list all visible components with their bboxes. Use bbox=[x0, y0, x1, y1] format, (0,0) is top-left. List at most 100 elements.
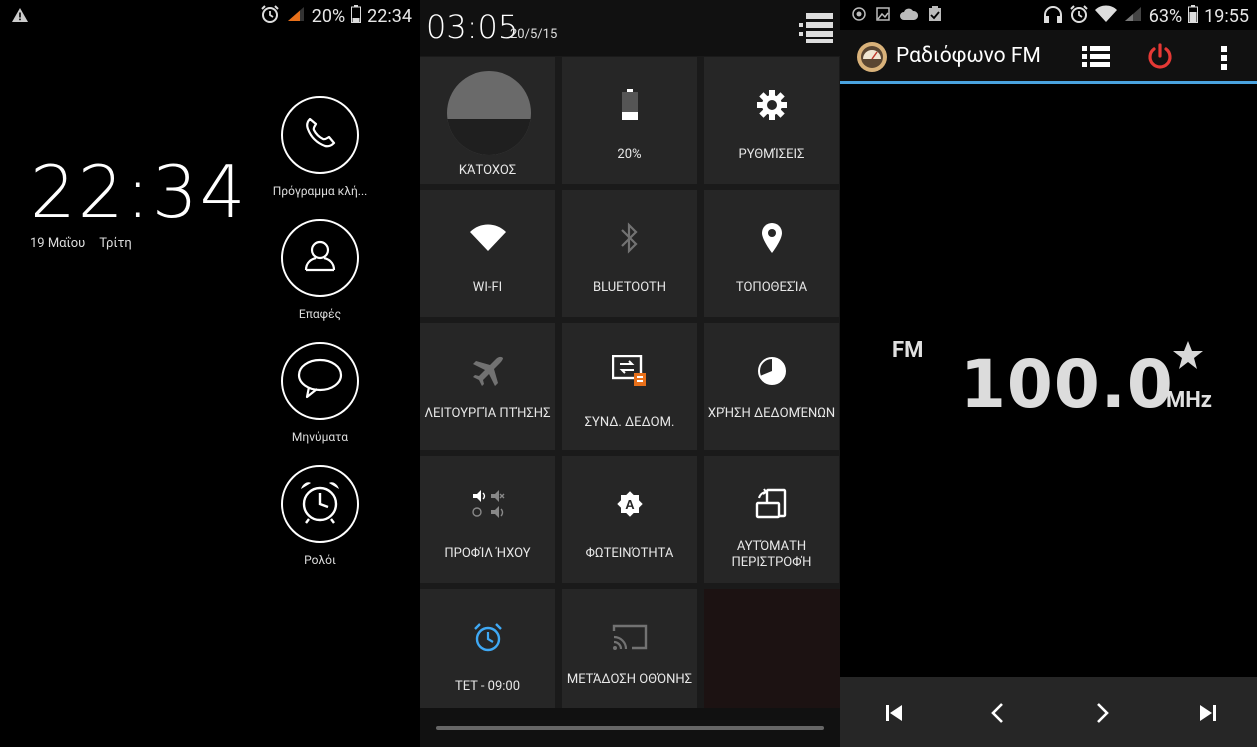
cast-icon bbox=[612, 623, 648, 655]
tile-label: ΡΥΘΜΊΣΕΙΣ bbox=[738, 147, 805, 162]
gear-icon bbox=[756, 89, 788, 125]
drag-handle-bar[interactable] bbox=[420, 708, 840, 747]
tile-owner[interactable]: ΚΆΤΟΧΟΣ bbox=[420, 57, 555, 184]
tile-alarm[interactable]: ΤΕΤ - 09:00 bbox=[420, 589, 555, 716]
tile-wifi[interactable]: WI-FI bbox=[420, 190, 555, 317]
app-title: Ραδιόφωνο FM bbox=[896, 44, 1041, 68]
alarm-icon bbox=[260, 4, 280, 29]
tile-mobile-data[interactable]: ΣΥΝΔ. ΔΕΔΟΜ. bbox=[562, 323, 697, 450]
tile-cast-screen[interactable]: ΜΕΤΆΔΟΣΗ ΟΘΌΝΗΣ bbox=[562, 589, 697, 716]
tile-label: ΤΕΤ - 09:00 bbox=[454, 679, 521, 694]
notification-list-icon[interactable] bbox=[798, 12, 834, 48]
battery-percent: 20% bbox=[311, 6, 346, 27]
tile-battery[interactable]: 20% bbox=[562, 57, 697, 184]
status-bar: 20% 22:34 bbox=[0, 0, 420, 30]
battery-icon bbox=[1188, 5, 1199, 28]
airplane-icon bbox=[471, 354, 505, 392]
status-time: 22:34 bbox=[367, 6, 412, 27]
phone-icon bbox=[300, 113, 340, 157]
band-label: FM bbox=[892, 338, 924, 363]
tile-label: ΑΥΤΌΜΑΤΗ ΠΕΡΙΣΤΡΟΦΉ bbox=[731, 539, 812, 570]
power-icon[interactable] bbox=[1146, 43, 1174, 75]
battery-icon bbox=[621, 89, 639, 125]
radio-app-logo bbox=[856, 41, 888, 77]
playback-controls bbox=[840, 677, 1257, 747]
step-up-icon[interactable] bbox=[1089, 699, 1117, 727]
tile-label: ΤΟΠΟΘΕΣΊΑ bbox=[735, 280, 808, 295]
tile-label: ΦΩΤΕΙΝΌΤΗΤΑ bbox=[585, 546, 674, 561]
tile-settings[interactable]: ΡΥΘΜΊΣΕΙΣ bbox=[704, 57, 839, 184]
station-list-icon[interactable] bbox=[1082, 45, 1110, 73]
speech-bubble-icon bbox=[295, 357, 345, 405]
date-text: 19 Μαΐου bbox=[30, 236, 86, 251]
frequency-display: 100.0 bbox=[960, 346, 1174, 423]
lock-clock: 22:34 bbox=[30, 150, 248, 234]
lock-screen-panel: 20% 22:34 22:34 19 Μαΐου Τρίτη Πρόγραμμα … bbox=[0, 0, 420, 747]
tile-bluetooth[interactable]: BLUETOOTH bbox=[562, 190, 697, 317]
alarm-icon bbox=[472, 621, 504, 657]
shortcut-phone[interactable]: Πρόγραμμα κλή... bbox=[260, 96, 380, 198]
bluetooth-icon bbox=[619, 221, 641, 259]
tile-airplane-mode[interactable]: ΛΕΙΤΟΥΡΓΊΑ ΠΤΉΣΗΣ bbox=[420, 323, 555, 450]
shortcut-label: Μηνύματα bbox=[291, 430, 349, 444]
tile-label: ΣΥΝΔ. ΔΕΔΟΜ. bbox=[584, 415, 675, 430]
tile-auto-rotate[interactable]: ΑΥΤΌΜΑΤΗ ΠΕΡΙΣΤΡΟΦΉ bbox=[704, 456, 839, 583]
step-down-icon[interactable] bbox=[983, 699, 1011, 727]
tile-data-usage[interactable]: ΧΡΉΣΗ ΔΕΔΟΜΈΝΩΝ bbox=[704, 323, 839, 450]
alarm-clock-icon bbox=[295, 477, 345, 531]
warning-icon bbox=[12, 7, 28, 26]
status-time: 19:55 bbox=[1204, 6, 1249, 27]
battery-icon bbox=[351, 5, 362, 28]
seek-previous-station-icon[interactable] bbox=[880, 699, 908, 727]
quick-settings-header: 03:05 20/5/15 bbox=[420, 0, 840, 56]
wifi-icon bbox=[469, 224, 506, 256]
empty-tile-area bbox=[704, 589, 840, 708]
tile-label: ΜΕΤΆΔΟΣΗ ΟΘΌΝΗΣ bbox=[566, 672, 693, 687]
headphones-icon bbox=[1043, 5, 1063, 28]
clipboard-check-icon bbox=[928, 6, 942, 26]
signal-icon bbox=[1123, 5, 1143, 28]
battery-percent: 63% bbox=[1148, 6, 1183, 27]
wifi-icon bbox=[1094, 5, 1117, 28]
shortcut-contacts[interactable]: Επαφές bbox=[260, 219, 380, 321]
frequency-unit: MHz bbox=[1166, 388, 1212, 413]
app-bar: Ραδιόφωνο FM bbox=[840, 30, 1257, 84]
tile-label: ΚΆΤΟΧΟΣ bbox=[458, 163, 517, 178]
tile-location[interactable]: ΤΟΠΟΘΕΣΊΑ bbox=[704, 190, 839, 317]
cloud-icon bbox=[900, 6, 919, 26]
brightness-icon: A bbox=[614, 488, 646, 524]
tile-brightness[interactable]: A ΦΩΤΕΙΝΌΤΗΤΑ bbox=[562, 456, 697, 583]
sound-profile-icon bbox=[471, 489, 505, 523]
tile-label: ΛΕΙΤΟΥΡΓΊΑ ΠΤΉΣΗΣ bbox=[424, 406, 551, 421]
tile-label: ΠΡΟΦΊΛ ΉΧΟΥ bbox=[444, 546, 531, 561]
data-usage-icon bbox=[757, 356, 787, 390]
owner-avatar bbox=[447, 71, 531, 155]
fm-radio-panel: 63% 19:55 Ραδιόφωνο FM FM 100.0 MHz bbox=[840, 0, 1257, 747]
location-pin-icon bbox=[761, 222, 783, 258]
auto-rotate-icon bbox=[755, 488, 789, 524]
favorite-star-icon[interactable] bbox=[1172, 340, 1204, 374]
tile-sound-profile[interactable]: ΠΡΟΦΊΛ ΉΧΟΥ bbox=[420, 456, 555, 583]
shortcut-label: Πρόγραμμα κλή... bbox=[272, 184, 368, 198]
signal-icon bbox=[286, 5, 306, 28]
person-icon bbox=[300, 236, 340, 280]
qs-time: 03:05 bbox=[426, 8, 519, 46]
drag-handle[interactable] bbox=[436, 726, 824, 730]
image-icon bbox=[876, 6, 890, 26]
shortcut-clock[interactable]: Ρολόι bbox=[260, 465, 380, 567]
data-connection-icon bbox=[611, 354, 648, 391]
seek-next-station-icon[interactable] bbox=[1194, 699, 1222, 727]
tile-label: WI-FI bbox=[472, 280, 503, 295]
shortcut-label: Ρολόι bbox=[304, 553, 336, 567]
qs-date: 20/5/15 bbox=[510, 27, 558, 42]
shortcut-messages[interactable]: Μηνύματα bbox=[260, 342, 380, 444]
tile-label: BLUETOOTH bbox=[592, 280, 667, 295]
app-notification-icon bbox=[852, 6, 866, 26]
tile-label: 20% bbox=[617, 147, 642, 162]
weekday-text: Τρίτη bbox=[99, 236, 132, 251]
more-options-icon[interactable] bbox=[1220, 45, 1228, 75]
shortcut-label: Επαφές bbox=[298, 307, 342, 321]
svg-text:A: A bbox=[625, 497, 635, 512]
quick-settings-panel: 03:05 20/5/15 ΚΆΤΟΧΟΣ 20% ΡΥΘΜΊΣΕΙΣ WI-F… bbox=[420, 0, 840, 747]
status-bar: 63% 19:55 bbox=[840, 0, 1257, 30]
